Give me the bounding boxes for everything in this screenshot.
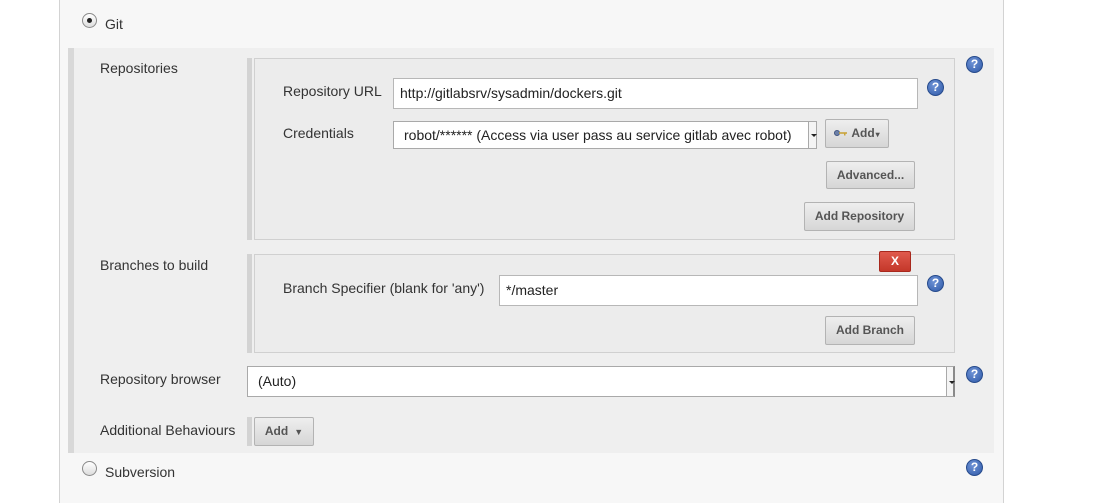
key-icon — [834, 120, 848, 147]
behaviours-indent-bar — [247, 417, 252, 446]
repositories-indent-bar — [247, 58, 252, 240]
remove-branch-button[interactable]: X — [879, 251, 911, 272]
branch-specifier-input[interactable]: */master — [499, 275, 918, 306]
credentials-select[interactable]: robot/****** (Access via user pass au se… — [393, 121, 809, 149]
caret-down-icon: ▼ — [294, 427, 304, 437]
branch-specifier-help-icon[interactable]: ? — [927, 275, 944, 292]
subversion-help-icon[interactable]: ? — [966, 459, 983, 476]
subversion-radio[interactable] — [82, 461, 97, 476]
credentials-dropdown-arrow[interactable] — [808, 121, 817, 149]
repository-url-label: Repository URL — [283, 83, 382, 99]
additional-behaviours-add-label: Add — [264, 424, 289, 438]
credentials-add-label: Add — [851, 126, 875, 140]
git-config-indent-bar — [68, 48, 74, 453]
additional-behaviours-add-button[interactable]: Add ▼ — [254, 417, 314, 446]
branch-specifier-label: Branch Specifier (blank for 'any') — [283, 280, 485, 296]
git-radio[interactable] — [82, 13, 97, 28]
add-branch-button[interactable]: Add Branch — [825, 316, 915, 345]
repository-browser-select[interactable]: (Auto) — [247, 366, 947, 397]
repository-browser-help-icon[interactable]: ? — [966, 366, 983, 383]
add-repository-button[interactable]: Add Repository — [804, 202, 915, 231]
branches-indent-bar — [247, 254, 252, 353]
git-radio-label[interactable]: Git — [105, 16, 123, 32]
repositories-label: Repositories — [100, 60, 178, 76]
branches-label: Branches to build — [100, 257, 209, 273]
credentials-add-button[interactable]: Add▾ — [825, 119, 889, 148]
repository-browser-dropdown-arrow[interactable] — [946, 366, 955, 397]
advanced-button[interactable]: Advanced... — [826, 161, 915, 189]
credentials-label: Credentials — [283, 125, 354, 141]
repository-url-help-icon[interactable]: ? — [927, 79, 944, 96]
repository-url-input[interactable]: http://gitlabsrv/sysadmin/dockers.git — [393, 78, 918, 109]
repositories-help-icon[interactable]: ? — [966, 56, 983, 73]
subversion-radio-label[interactable]: Subversion — [105, 464, 175, 480]
repository-browser-label: Repository browser — [100, 371, 221, 387]
additional-behaviours-label: Additional Behaviours — [100, 422, 236, 438]
caret-down-icon: ▾ — [875, 130, 880, 139]
